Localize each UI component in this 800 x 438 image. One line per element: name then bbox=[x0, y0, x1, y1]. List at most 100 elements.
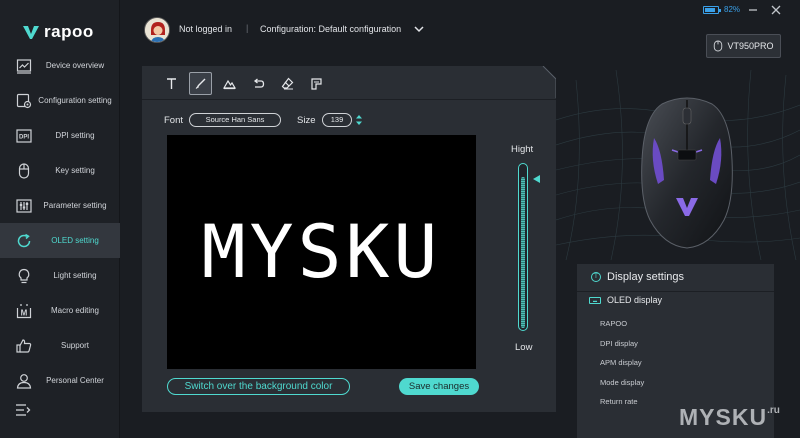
oled-refresh-icon bbox=[16, 233, 32, 249]
svg-text:M: M bbox=[21, 308, 28, 317]
sidebar-item-device-overview[interactable]: Device overview bbox=[0, 48, 120, 83]
eraser-icon bbox=[281, 77, 294, 90]
svg-text:DPI: DPI bbox=[19, 134, 29, 140]
sidebar-item-dpi-setting[interactable]: DPI DPI setting bbox=[0, 118, 120, 153]
logo-text: rapoo bbox=[44, 22, 94, 41]
sidebar-item-support[interactable]: Support bbox=[0, 328, 120, 363]
sidebar-item-configuration-setting[interactable]: Configuration setting bbox=[0, 83, 120, 118]
sidebar-item-macro-editing[interactable]: M Macro editing bbox=[0, 293, 120, 328]
avatar[interactable] bbox=[144, 17, 170, 43]
sidebar-item-label: Macro editing bbox=[50, 306, 100, 315]
display-option-item[interactable]: DPI display bbox=[600, 338, 644, 358]
sidebar-item-label: Device overview bbox=[45, 61, 105, 70]
bulb-icon bbox=[16, 268, 32, 284]
menu-collapse-icon[interactable] bbox=[14, 402, 32, 418]
avatar-portrait-icon bbox=[145, 18, 169, 42]
battery-percent: 82% bbox=[724, 5, 741, 14]
battery-icon bbox=[703, 5, 721, 14]
switch-background-color-button[interactable]: Switch over the background color bbox=[167, 378, 350, 395]
display-settings-divider bbox=[577, 291, 774, 292]
sidebar-item-label: Support bbox=[60, 341, 90, 350]
dpi-icon: DPI bbox=[16, 128, 32, 144]
display-settings-header: T Display settings bbox=[577, 264, 774, 290]
size-stepper-icon[interactable] bbox=[355, 113, 363, 127]
configuration-label[interactable]: Configuration: Default configuration bbox=[260, 24, 401, 34]
brightness-high-label: Hight bbox=[511, 144, 534, 155]
sidebar-item-light-setting[interactable]: Light setting bbox=[0, 258, 120, 293]
sliders-icon bbox=[16, 198, 32, 214]
chevron-down-icon[interactable] bbox=[413, 24, 425, 34]
sidebar-item-label: Key setting bbox=[55, 166, 95, 175]
sidebar-nav: Device overview Configuration setting DP… bbox=[0, 48, 120, 398]
sidebar-item-label: OLED setting bbox=[51, 236, 99, 245]
mouse-device-image bbox=[641, 97, 733, 249]
display-option-item[interactable]: Mode display bbox=[600, 377, 644, 397]
sidebar-item-label: Personal Center bbox=[46, 376, 104, 385]
config-gear-icon bbox=[16, 93, 32, 109]
sidebar-item-label: Light setting bbox=[53, 271, 97, 280]
sidebar-item-key-setting[interactable]: Key setting bbox=[0, 153, 120, 188]
display-option-item[interactable]: Return rate bbox=[600, 396, 644, 416]
brightness-slider[interactable] bbox=[518, 163, 528, 331]
display-options-list: RAPOO DPI display APM display Mode displ… bbox=[600, 318, 644, 416]
font-select[interactable]: Source Han Sans bbox=[189, 113, 281, 127]
device-name: VT950PRO bbox=[727, 41, 774, 51]
rapoo-logo-mark bbox=[23, 26, 39, 39]
rapoo-logo: rapoo bbox=[22, 22, 94, 42]
header: Not logged in | Configuration: Default c… bbox=[120, 0, 800, 60]
display-option-item[interactable]: APM display bbox=[600, 357, 644, 377]
sidebar: rapoo Device overview Configuration sett… bbox=[0, 0, 120, 438]
close-button[interactable] bbox=[769, 3, 783, 17]
minimize-button[interactable] bbox=[746, 3, 760, 17]
image-tool-button[interactable] bbox=[218, 72, 241, 95]
text-tool-icon bbox=[167, 78, 176, 89]
chart-line-icon bbox=[16, 58, 32, 74]
oled-display-label: OLED display bbox=[607, 295, 663, 305]
brightness-slider-handle[interactable] bbox=[533, 175, 540, 183]
mouse-icon bbox=[714, 40, 723, 52]
oled-display-section[interactable]: ▬ OLED display bbox=[589, 295, 662, 305]
oled-canvas[interactable]: MYSKU bbox=[167, 135, 476, 369]
sidebar-item-personal-center[interactable]: Personal Center bbox=[0, 363, 120, 398]
sidebar-item-oled-setting[interactable]: OLED setting bbox=[0, 223, 120, 258]
sidebar-item-label: Configuration setting bbox=[38, 96, 112, 105]
macro-icon: M bbox=[16, 303, 32, 319]
undo-button[interactable] bbox=[247, 72, 270, 95]
display-settings-title: Display settings bbox=[607, 271, 685, 283]
display-settings-panel: T Display settings ▬ OLED display RAPOO … bbox=[577, 264, 774, 438]
brush-tool-icon bbox=[195, 78, 206, 89]
minimize-icon bbox=[749, 9, 757, 11]
header-separator: | bbox=[246, 23, 249, 33]
format-icon bbox=[311, 78, 322, 90]
size-label: Size bbox=[297, 115, 316, 126]
text-tool-button[interactable] bbox=[160, 72, 183, 95]
format-button[interactable] bbox=[305, 72, 328, 95]
thumbs-up-icon bbox=[16, 338, 32, 354]
close-icon bbox=[771, 5, 781, 15]
font-label: Font bbox=[164, 115, 184, 126]
save-changes-button[interactable]: Save changes bbox=[399, 378, 479, 395]
mouse-icon bbox=[16, 162, 32, 179]
drawing-toolbar bbox=[160, 72, 328, 95]
person-icon bbox=[16, 373, 32, 389]
sidebar-item-parameter-setting[interactable]: Parameter setting bbox=[0, 188, 120, 223]
size-input[interactable]: 139 bbox=[322, 113, 352, 127]
brightness-low-label: Low bbox=[515, 342, 533, 353]
oled-display-icon: ▬ bbox=[589, 296, 601, 304]
eraser-button[interactable] bbox=[276, 72, 299, 95]
oled-canvas-text: MYSKU bbox=[201, 209, 442, 295]
display-option-item[interactable]: RAPOO bbox=[600, 318, 644, 338]
display-settings-icon: T bbox=[591, 272, 601, 282]
image-tool-icon bbox=[223, 79, 236, 90]
sidebar-item-label: DPI setting bbox=[55, 131, 95, 140]
device-selector-button[interactable]: VT950PRO bbox=[706, 34, 781, 58]
login-status[interactable]: Not logged in bbox=[179, 24, 232, 34]
brightness-slider-fill bbox=[521, 177, 525, 328]
sidebar-item-label: Parameter setting bbox=[43, 201, 107, 210]
brush-tool-button[interactable] bbox=[189, 72, 212, 95]
undo-icon bbox=[253, 78, 265, 88]
toolbar-divider bbox=[142, 99, 556, 100]
oled-editor-panel: Font Source Han Sans Size 139 MYSKU High… bbox=[142, 66, 556, 412]
battery-fill bbox=[705, 7, 715, 12]
battery-indicator: 82% bbox=[703, 5, 740, 14]
